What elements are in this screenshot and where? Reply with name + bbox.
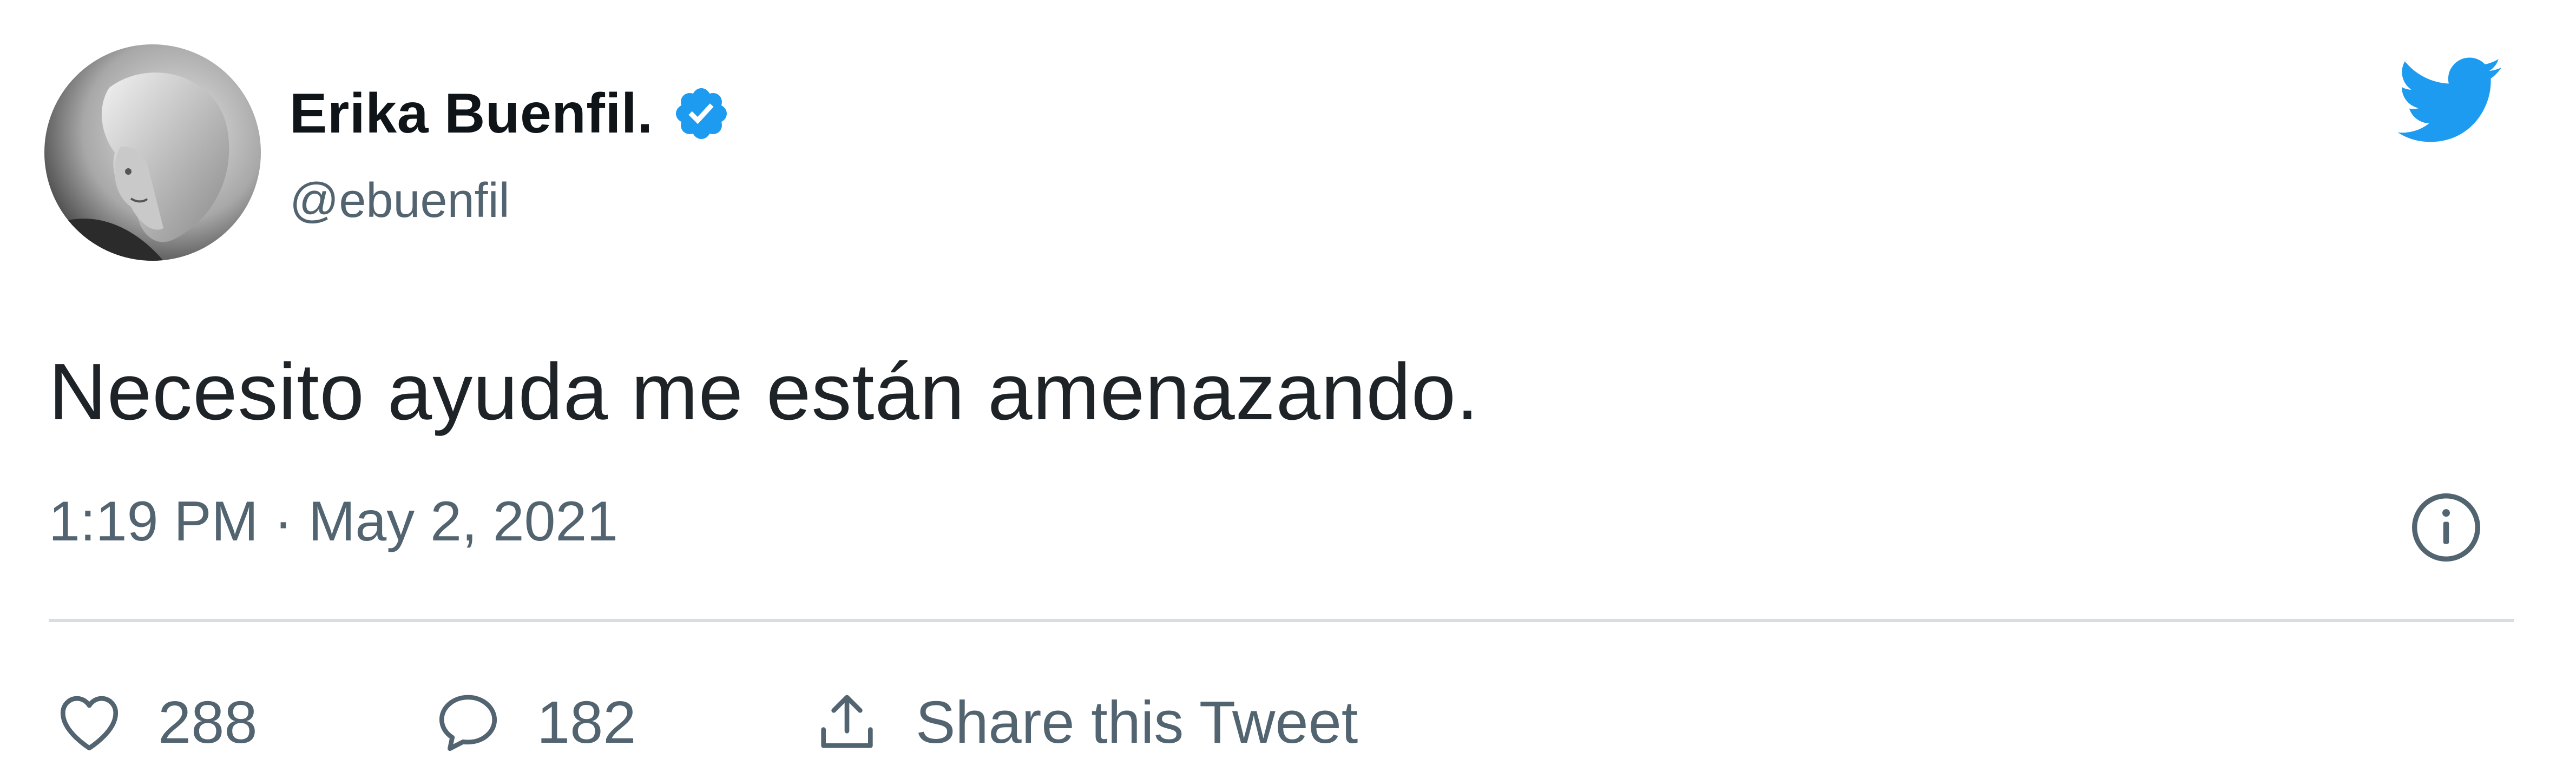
like-count: 288 [158, 689, 258, 756]
info-icon[interactable] [2408, 490, 2484, 565]
author-display-name[interactable]: Erika Buenfil. [290, 82, 653, 146]
avatar-photo [44, 44, 261, 261]
like-button[interactable]: 288 [54, 676, 258, 768]
share-tweet-button[interactable]: Share this Tweet [812, 676, 1358, 768]
share-label: Share this Tweet [916, 689, 1358, 756]
share-icon [812, 687, 882, 757]
author-name-row: Erika Buenfil. [290, 78, 731, 149]
reply-count: 182 [537, 689, 636, 756]
heart-icon [54, 687, 124, 757]
tweet-actions: 288 182 Share this Tweet [54, 676, 2489, 768]
verified-badge-icon [672, 84, 731, 143]
avatar[interactable] [44, 44, 261, 261]
author-handle[interactable]: @ebuenfil [290, 173, 510, 229]
twitter-bird-icon[interactable] [2397, 53, 2503, 149]
reply-button[interactable]: 182 [433, 676, 636, 768]
tweet-text: Necesito ayuda me están amenazando. [49, 347, 1480, 437]
tweet-timestamp[interactable]: 1:19 PM · May 2, 2021 [49, 490, 618, 554]
tweet-card: Erika Buenfil. @ebuenfil Necesito ayuda … [0, 0, 2576, 779]
divider [49, 619, 2514, 622]
reply-bubble-icon [433, 687, 503, 757]
